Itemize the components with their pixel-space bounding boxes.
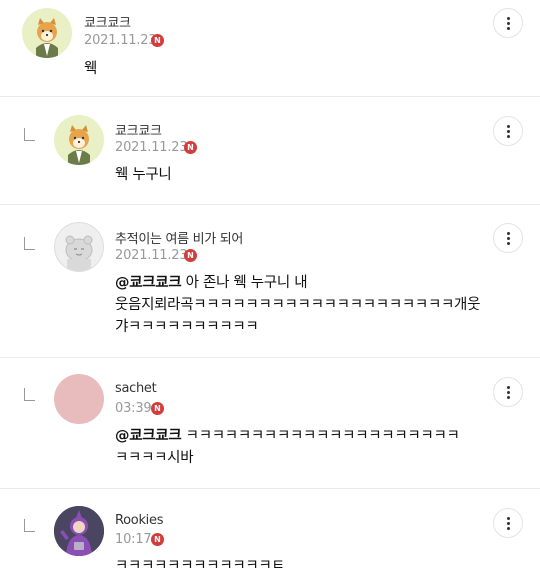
reply-arrow-icon	[24, 128, 35, 141]
comment-date: 10:17	[115, 532, 152, 547]
more-options-button[interactable]	[493, 223, 523, 253]
avatar[interactable]	[22, 8, 72, 58]
more-options-button[interactable]	[493, 377, 523, 407]
more-options-button[interactable]	[493, 508, 523, 538]
new-badge-icon: N	[184, 249, 197, 262]
comment-text-fragment: 아 존나 웩 누구니 내	[181, 275, 308, 291]
comment-date: 2021.11.23	[115, 248, 188, 263]
comment-item: 쿄크쿄크 2021.11.23 N 웩	[0, 0, 540, 96]
reply-arrow-icon	[24, 388, 35, 401]
avatar[interactable]	[54, 222, 104, 272]
comment-text: 웩	[84, 61, 98, 77]
more-vertical-icon	[507, 17, 510, 20]
comment-text: 웩 누구니	[115, 167, 172, 183]
comment-item: 추적이는 여름 비가 되어 2021.11.23 N @쿄크쿄크 아 존나 웩 …	[0, 205, 540, 357]
comment-text: @쿄크쿄크 아 존나 웩 누구니 내 웃음지뢰라곡ㅋㅋㅋㅋㅋㅋㅋㅋㅋㅋㅋㅋㅋㅋㅋ…	[115, 272, 495, 338]
pink-circle-avatar[interactable]	[54, 374, 104, 424]
comment-item: 쿄크쿄크 2021.11.23 N 웩 누구니	[0, 97, 540, 204]
more-options-button[interactable]	[493, 8, 523, 38]
comment-date: 2021.11.23	[115, 140, 188, 155]
comment-item: Rookies 10:17 N ㅋㅋㅋㅋㅋㅋㅋㅋㅋㅋㅋㅋㅌ	[0, 489, 540, 588]
comment-item: sachet 03:39 N @쿄크쿄크 ㅋㅋㅋㅋㅋㅋㅋㅋㅋㅋㅋㅋㅋㅋㅋㅋㅋㅋㅋ…	[0, 358, 540, 488]
new-badge-icon: N	[184, 141, 197, 154]
avatar[interactable]	[54, 506, 104, 556]
mention-link[interactable]: @쿄크쿄크	[115, 428, 182, 444]
more-vertical-icon	[507, 386, 510, 389]
comment-text-line: ㅋㅋㅋㅋ시바	[115, 450, 194, 466]
shiba-dog-avatar-icon	[68, 125, 90, 165]
more-vertical-icon	[507, 517, 510, 520]
more-vertical-icon	[507, 125, 510, 128]
comment-author[interactable]: 쿄크쿄크	[84, 12, 131, 31]
shiba-dog-avatar-icon	[36, 18, 58, 58]
more-options-button[interactable]	[493, 116, 523, 146]
new-badge-icon: N	[151, 533, 164, 546]
reply-arrow-icon	[24, 237, 35, 250]
comment-text-line: @쿄크쿄크 아 존나 웩 누구니 내	[115, 272, 495, 294]
comment-text: ㅋㅋㅋㅋㅋㅋㅋㅋㅋㅋㅋㅋㅌ	[115, 558, 285, 574]
comment-text-line: 웃음지뢰라곡ㅋㅋㅋㅋㅋㅋㅋㅋㅋㅋㅋㅋㅋㅋㅋㅋㅋㅋㅋㅋ개웃	[115, 297, 481, 313]
new-badge-icon: N	[151, 402, 164, 415]
comment-text-line: 갸ㅋㅋㅋㅋㅋㅋㅋㅋㅋㅋ	[115, 319, 259, 335]
reply-arrow-icon	[24, 519, 35, 532]
comment-date: 2021.11.23	[84, 33, 157, 48]
default-gray-avatar-icon	[65, 235, 93, 271]
comment-author[interactable]: sachet	[115, 381, 157, 396]
mention-link[interactable]: @쿄크쿄크	[115, 275, 182, 291]
comment-author[interactable]: Rookies	[115, 513, 163, 528]
comment-text-line: @쿄크쿄크 ㅋㅋㅋㅋㅋㅋㅋㅋㅋㅋㅋㅋㅋㅋㅋㅋㅋㅋㅋㅋㅋ	[115, 425, 505, 447]
comment-text-fragment: ㅋㅋㅋㅋㅋㅋㅋㅋㅋㅋㅋㅋㅋㅋㅋㅋㅋㅋㅋㅋㅋ	[181, 428, 460, 444]
avatar[interactable]	[54, 115, 104, 165]
comment-author[interactable]: 추적이는 여름 비가 되어	[115, 228, 243, 247]
teletubby-avatar-icon	[54, 506, 104, 556]
new-badge-icon: N	[151, 34, 164, 47]
comment-text: @쿄크쿄크 ㅋㅋㅋㅋㅋㅋㅋㅋㅋㅋㅋㅋㅋㅋㅋㅋㅋㅋㅋㅋㅋ ㅋㅋㅋㅋ시바	[115, 425, 505, 469]
comment-date: 03:39	[115, 401, 152, 416]
more-vertical-icon	[507, 232, 510, 235]
comment-author[interactable]: 쿄크쿄크	[115, 120, 162, 139]
